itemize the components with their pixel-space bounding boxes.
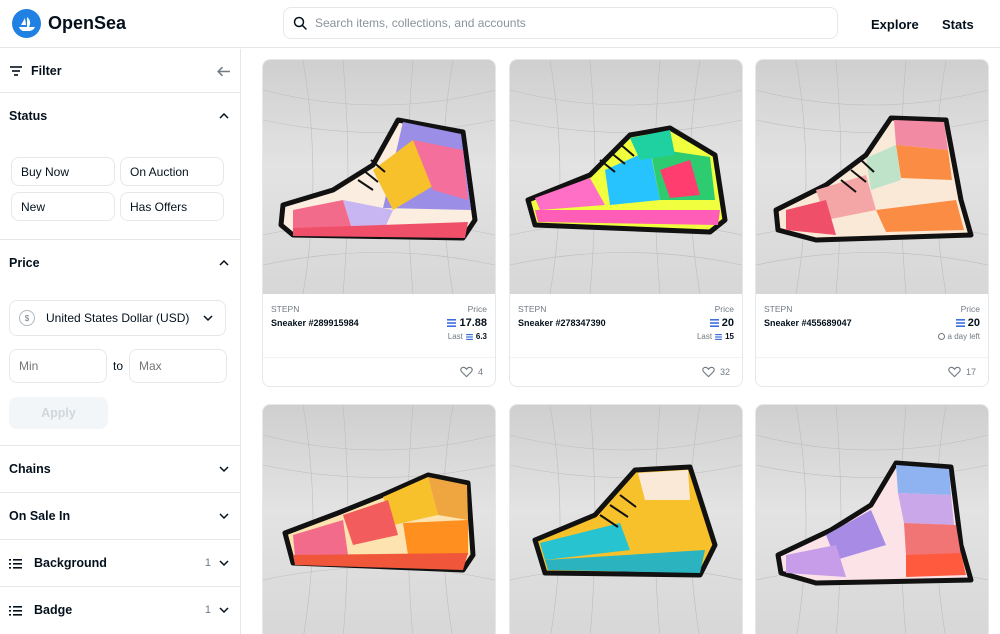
chevron-down-icon <box>219 466 229 473</box>
currency-value: United States Dollar (USD) <box>46 311 190 325</box>
solana-icon <box>955 319 965 327</box>
sneaker-image <box>510 60 742 294</box>
item-grid: STEPN Sneaker #289915984 Price 17.88 Las… <box>242 49 1000 634</box>
list-icon <box>9 558 22 569</box>
price-section: Price $ United States Dollar (USD) to Ap… <box>0 240 240 446</box>
chains-header[interactable]: Chains <box>0 446 240 492</box>
nft-card[interactable]: STEPN Sneaker #278347390 Price 20 Last 1… <box>509 59 743 387</box>
background-title: Background <box>34 556 107 570</box>
opensea-logo[interactable]: OpenSea <box>12 9 282 38</box>
nft-card[interactable] <box>509 404 743 634</box>
time-left: a day left <box>937 332 980 341</box>
like-count: 17 <box>965 367 976 377</box>
heart-icon[interactable] <box>460 366 473 378</box>
filter-sidebar: Filter Status Buy Now On Auction New Has… <box>0 49 241 634</box>
status-on-auction[interactable]: On Auction <box>120 157 224 186</box>
price-label: Price <box>467 304 487 314</box>
search-bar[interactable] <box>283 7 838 39</box>
price-label: Price <box>960 304 980 314</box>
heart-icon[interactable] <box>702 366 715 378</box>
currency-select[interactable]: $ United States Dollar (USD) <box>9 300 226 336</box>
price-to-label: to <box>113 359 124 373</box>
chevron-down-icon <box>219 607 229 614</box>
solana-icon <box>715 333 722 340</box>
chevron-down-icon <box>203 315 213 322</box>
sneaker-image <box>510 405 742 634</box>
nft-card[interactable] <box>755 404 989 634</box>
solana-icon <box>709 319 719 327</box>
badge-title: Badge <box>34 603 73 617</box>
sneaker-image <box>756 405 988 634</box>
status-title: Status <box>9 109 48 123</box>
price-value: 17.88 <box>447 317 487 329</box>
search-input[interactable] <box>315 16 815 30</box>
heart-icon[interactable] <box>948 366 961 378</box>
price-value: 20 <box>709 317 734 329</box>
nft-card[interactable]: STEPN Sneaker #289915984 Price 17.88 Las… <box>262 59 496 387</box>
background-header[interactable]: Background 1 <box>0 540 240 586</box>
sneaker-image <box>263 60 495 294</box>
last-sale: Last 15 <box>696 332 734 341</box>
last-sale: Last 6.3 <box>447 332 487 341</box>
status-has-offers[interactable]: Has Offers <box>120 192 224 221</box>
list-icon <box>9 605 22 616</box>
sneaker-image <box>263 405 495 634</box>
price-header[interactable]: Price <box>0 240 240 286</box>
opensea-logo-icon <box>12 9 41 38</box>
chevron-up-icon <box>219 112 229 119</box>
collection-name[interactable]: STEPN <box>518 304 734 314</box>
nav-explore[interactable]: Explore <box>871 0 919 48</box>
token-name: Sneaker #455689047 <box>764 318 852 328</box>
status-section: Status Buy Now On Auction New Has Offers <box>0 93 240 240</box>
price-value: 20 <box>955 317 980 329</box>
nft-card[interactable] <box>262 404 496 634</box>
on-sale-in-title: On Sale In <box>9 509 71 523</box>
filter-icon <box>10 66 22 76</box>
price-title: Price <box>9 256 40 270</box>
brand-name: OpenSea <box>48 13 127 33</box>
collection-name[interactable]: STEPN <box>271 304 487 314</box>
filter-label: Filter <box>31 64 62 78</box>
on-sale-in-header[interactable]: On Sale In <box>0 493 240 539</box>
badge-header[interactable]: Badge 1 <box>0 587 240 633</box>
token-name: Sneaker #278347390 <box>518 318 606 328</box>
chevron-up-icon <box>219 259 229 266</box>
collection-name[interactable]: STEPN <box>764 304 980 314</box>
chains-section: Chains <box>0 446 240 493</box>
badge-count: 1 <box>204 604 211 616</box>
status-new[interactable]: New <box>11 192 115 221</box>
nft-card[interactable]: STEPN Sneaker #455689047 Price 20 a day … <box>755 59 989 387</box>
like-count: 32 <box>719 367 730 377</box>
badge-section: Badge 1 <box>0 587 240 634</box>
price-min-input[interactable] <box>9 349 107 383</box>
filter-header: Filter <box>0 49 240 93</box>
apply-button[interactable]: Apply <box>9 397 108 429</box>
nav-stats[interactable]: Stats <box>942 0 974 48</box>
price-max-input[interactable] <box>129 349 227 383</box>
solana-icon <box>447 319 457 327</box>
status-buy-now[interactable]: Buy Now <box>11 157 115 186</box>
like-count: 4 <box>477 367 483 377</box>
chevron-down-icon <box>219 560 229 567</box>
collapse-sidebar-icon[interactable] <box>216 64 231 79</box>
sneaker-image <box>756 60 988 294</box>
chevron-down-icon <box>219 513 229 520</box>
on-sale-in-section: On Sale In <box>0 493 240 540</box>
search-icon <box>293 16 307 30</box>
top-bar: OpenSea Explore Stats <box>0 0 1000 48</box>
clock-icon <box>937 333 945 340</box>
dollar-icon: $ <box>19 310 35 326</box>
solana-icon <box>466 333 473 340</box>
background-section: Background 1 <box>0 540 240 587</box>
price-label: Price <box>714 304 734 314</box>
chains-title: Chains <box>9 462 51 476</box>
background-count: 1 <box>204 557 211 569</box>
status-header[interactable]: Status <box>0 93 240 139</box>
